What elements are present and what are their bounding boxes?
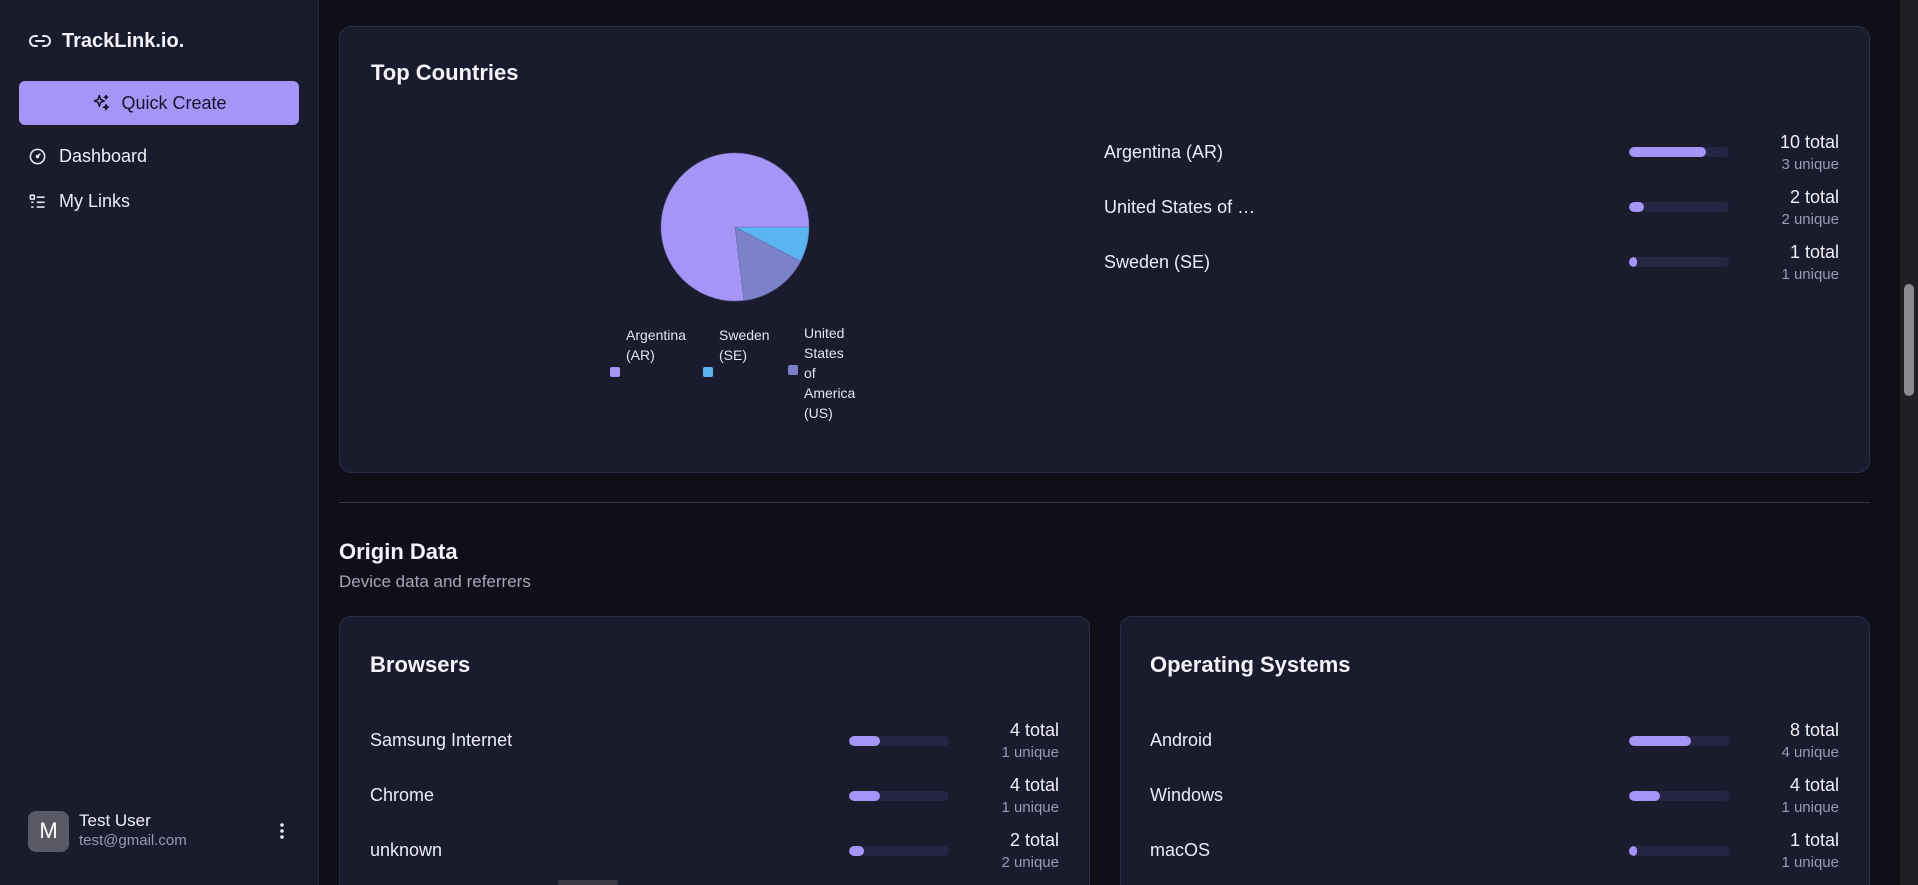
legend-line: Sweden <box>719 327 770 343</box>
unique-count: 1 unique <box>1781 854 1839 871</box>
country-name: United States of … <box>1104 197 1256 217</box>
sidebar-item-dashboard[interactable]: Dashboard <box>28 142 147 170</box>
legend-item-argentina[interactable]: Argentina (AR) <box>610 325 686 377</box>
progress-fill <box>1629 791 1660 801</box>
country-row: Argentina (AR) 10 total 3 unique <box>1104 132 1839 176</box>
gauge-icon <box>29 148 46 164</box>
country-row: United States of … 2 total 2 unique <box>1104 187 1839 231</box>
total-count: 2 total <box>1009 830 1059 850</box>
legend-line: (SE) <box>719 347 747 363</box>
legend-item-sweden[interactable]: Sweden (SE) <box>703 325 770 377</box>
browser-row: Chrome 4 total 1 unique <box>370 775 1059 819</box>
operating-systems-title: Operating Systems <box>1150 652 1351 677</box>
sidebar: TrackLink.io. Quick Create Dashboard My … <box>0 0 319 885</box>
legend-line: (US) <box>804 405 833 421</box>
progress-track <box>849 846 949 856</box>
progress-fill <box>1629 257 1637 267</box>
progress-fill <box>849 791 880 801</box>
progress-fill <box>1629 147 1706 157</box>
unique-count: 1 unique <box>1781 799 1839 816</box>
progress-fill <box>1629 736 1691 746</box>
horizontal-scrollbar-thumb[interactable] <box>558 880 618 885</box>
legend-line: States <box>804 345 844 361</box>
unique-count: 4 unique <box>1781 744 1839 761</box>
browsers-title: Browsers <box>370 652 471 677</box>
country-name: Sweden (SE) <box>1104 252 1211 272</box>
origin-data-title: Origin Data <box>339 539 458 564</box>
avatar: M <box>28 810 69 852</box>
brand[interactable]: TrackLink.io. <box>28 28 184 54</box>
quick-create-label: Quick Create <box>121 92 227 113</box>
total-count: 8 total <box>1789 720 1839 740</box>
browser-name: Samsung Internet <box>370 730 513 750</box>
unique-count: 2 unique <box>1001 854 1059 871</box>
link-icon <box>29 35 51 47</box>
progress-fill <box>849 846 864 856</box>
os-row: macOS 1 total 1 unique <box>1150 830 1839 874</box>
total-count: 1 total <box>1789 242 1839 262</box>
os-name: Windows <box>1150 785 1224 805</box>
vertical-scrollbar[interactable] <box>1900 0 1918 885</box>
total-count: 4 total <box>1009 775 1059 795</box>
user-name: Test User <box>79 811 151 830</box>
progress-track <box>1629 736 1729 746</box>
scrollbar-thumb[interactable] <box>1904 284 1914 396</box>
legend-line: of <box>804 365 816 381</box>
country-name: Argentina (AR) <box>1104 142 1224 162</box>
browser-name: unknown <box>370 840 443 860</box>
progress-track <box>1629 147 1729 157</box>
legend-line: United <box>804 325 845 341</box>
os-name: macOS <box>1150 840 1211 860</box>
sidebar-item-label: Dashboard <box>59 145 148 166</box>
os-name: Android <box>1150 730 1213 750</box>
legend-line: Argentina <box>626 327 686 343</box>
sidebar-item-my-links[interactable]: My Links <box>28 187 130 215</box>
origin-data-subtitle: Device data and referrers <box>339 572 531 591</box>
legend-item-united-states[interactable]: United States of America (US) <box>788 323 855 423</box>
os-row: Windows 4 total 1 unique <box>1150 775 1839 819</box>
countries-pie-chart <box>660 152 810 302</box>
more-options-icon[interactable] <box>272 819 292 843</box>
progress-track <box>1629 846 1729 856</box>
browser-name: Chrome <box>370 785 435 805</box>
progress-track <box>1629 202 1729 212</box>
progress-track <box>849 736 949 746</box>
os-row: Android 8 total 4 unique <box>1150 720 1839 764</box>
sparkles-icon <box>94 94 110 111</box>
total-count: 1 total <box>1789 830 1839 850</box>
unique-count: 1 unique <box>1001 799 1059 816</box>
total-count: 2 total <box>1789 187 1839 207</box>
sidebar-item-label: My Links <box>59 190 131 211</box>
user-email: test@gmail.com <box>79 832 187 849</box>
browser-row: Samsung Internet 4 total 1 unique <box>370 720 1059 764</box>
unique-count: 1 unique <box>1001 744 1059 761</box>
brand-name: TrackLink.io. <box>62 29 185 52</box>
legend-line: America <box>804 385 856 401</box>
total-count: 4 total <box>1789 775 1839 795</box>
total-count: 10 total <box>1779 132 1839 152</box>
unique-count: 2 unique <box>1781 211 1839 228</box>
top-countries-title: Top Countries <box>371 60 519 85</box>
progress-fill <box>849 736 880 746</box>
unique-count: 3 unique <box>1781 156 1839 173</box>
browser-row: unknown 2 total 2 unique <box>370 830 1059 874</box>
legend-swatch <box>788 365 798 375</box>
user-profile[interactable]: M Test User test@gmail.com <box>28 810 292 852</box>
section-divider <box>339 502 1870 503</box>
country-row: Sweden (SE) 1 total 1 unique <box>1104 242 1839 286</box>
legend-swatch <box>610 367 620 377</box>
progress-fill <box>1629 846 1637 856</box>
unique-count: 1 unique <box>1781 266 1839 283</box>
legend-line: (AR) <box>626 347 655 363</box>
progress-track <box>849 791 949 801</box>
quick-create-button[interactable]: Quick Create <box>19 81 299 125</box>
total-count: 4 total <box>1009 720 1059 740</box>
legend-swatch <box>703 367 713 377</box>
progress-track <box>1629 257 1729 267</box>
progress-fill <box>1629 202 1644 212</box>
list-icon <box>29 193 45 208</box>
progress-track <box>1629 791 1729 801</box>
